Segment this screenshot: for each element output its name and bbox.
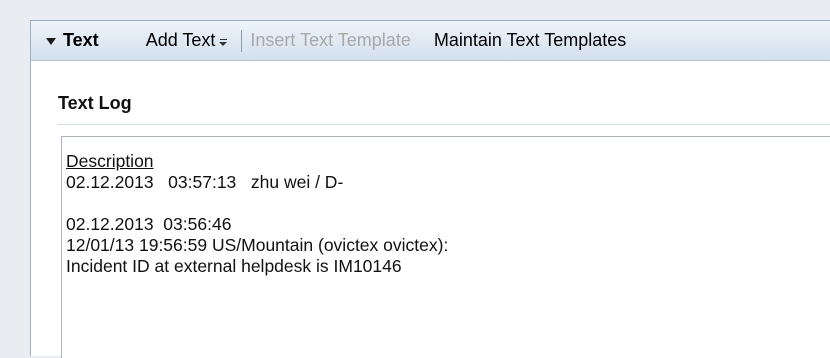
description-heading: Description — [66, 151, 154, 171]
log-line: 02.12.2013 03:57:13 zhu wei / D- — [66, 172, 344, 192]
toolbar-title: Text — [63, 30, 99, 50]
log-line: 12/01/13 19:56:59 US/Mountain (ovictex o… — [66, 235, 449, 255]
maintain-text-templates-button[interactable]: Maintain Text Templates — [434, 30, 626, 51]
collapse-triangle-icon — [46, 37, 56, 45]
text-log-title: Text Log — [58, 93, 132, 113]
collapse-text-section[interactable]: Text — [31, 30, 99, 51]
insert-text-template-button[interactable]: Insert Text Template — [250, 30, 410, 51]
section-divider — [58, 124, 830, 125]
text-log-area[interactable]: Description 02.12.2013 03:57:13 zhu wei … — [61, 136, 830, 358]
dropdown-arrow-icon — [219, 39, 228, 46]
toolbar-separator — [241, 29, 243, 52]
text-panel: Text Add Text Insert Text Template Maint… — [30, 20, 830, 358]
log-line: Incident ID at external helpdesk is IM10… — [66, 256, 402, 276]
add-text-menu-button[interactable]: Add Text — [146, 30, 228, 51]
log-line: 02.12.2013 03:56:46 — [66, 214, 232, 234]
add-text-label: Add Text — [145, 30, 216, 50]
text-toolbar: Text Add Text Insert Text Template Maint… — [31, 21, 830, 61]
